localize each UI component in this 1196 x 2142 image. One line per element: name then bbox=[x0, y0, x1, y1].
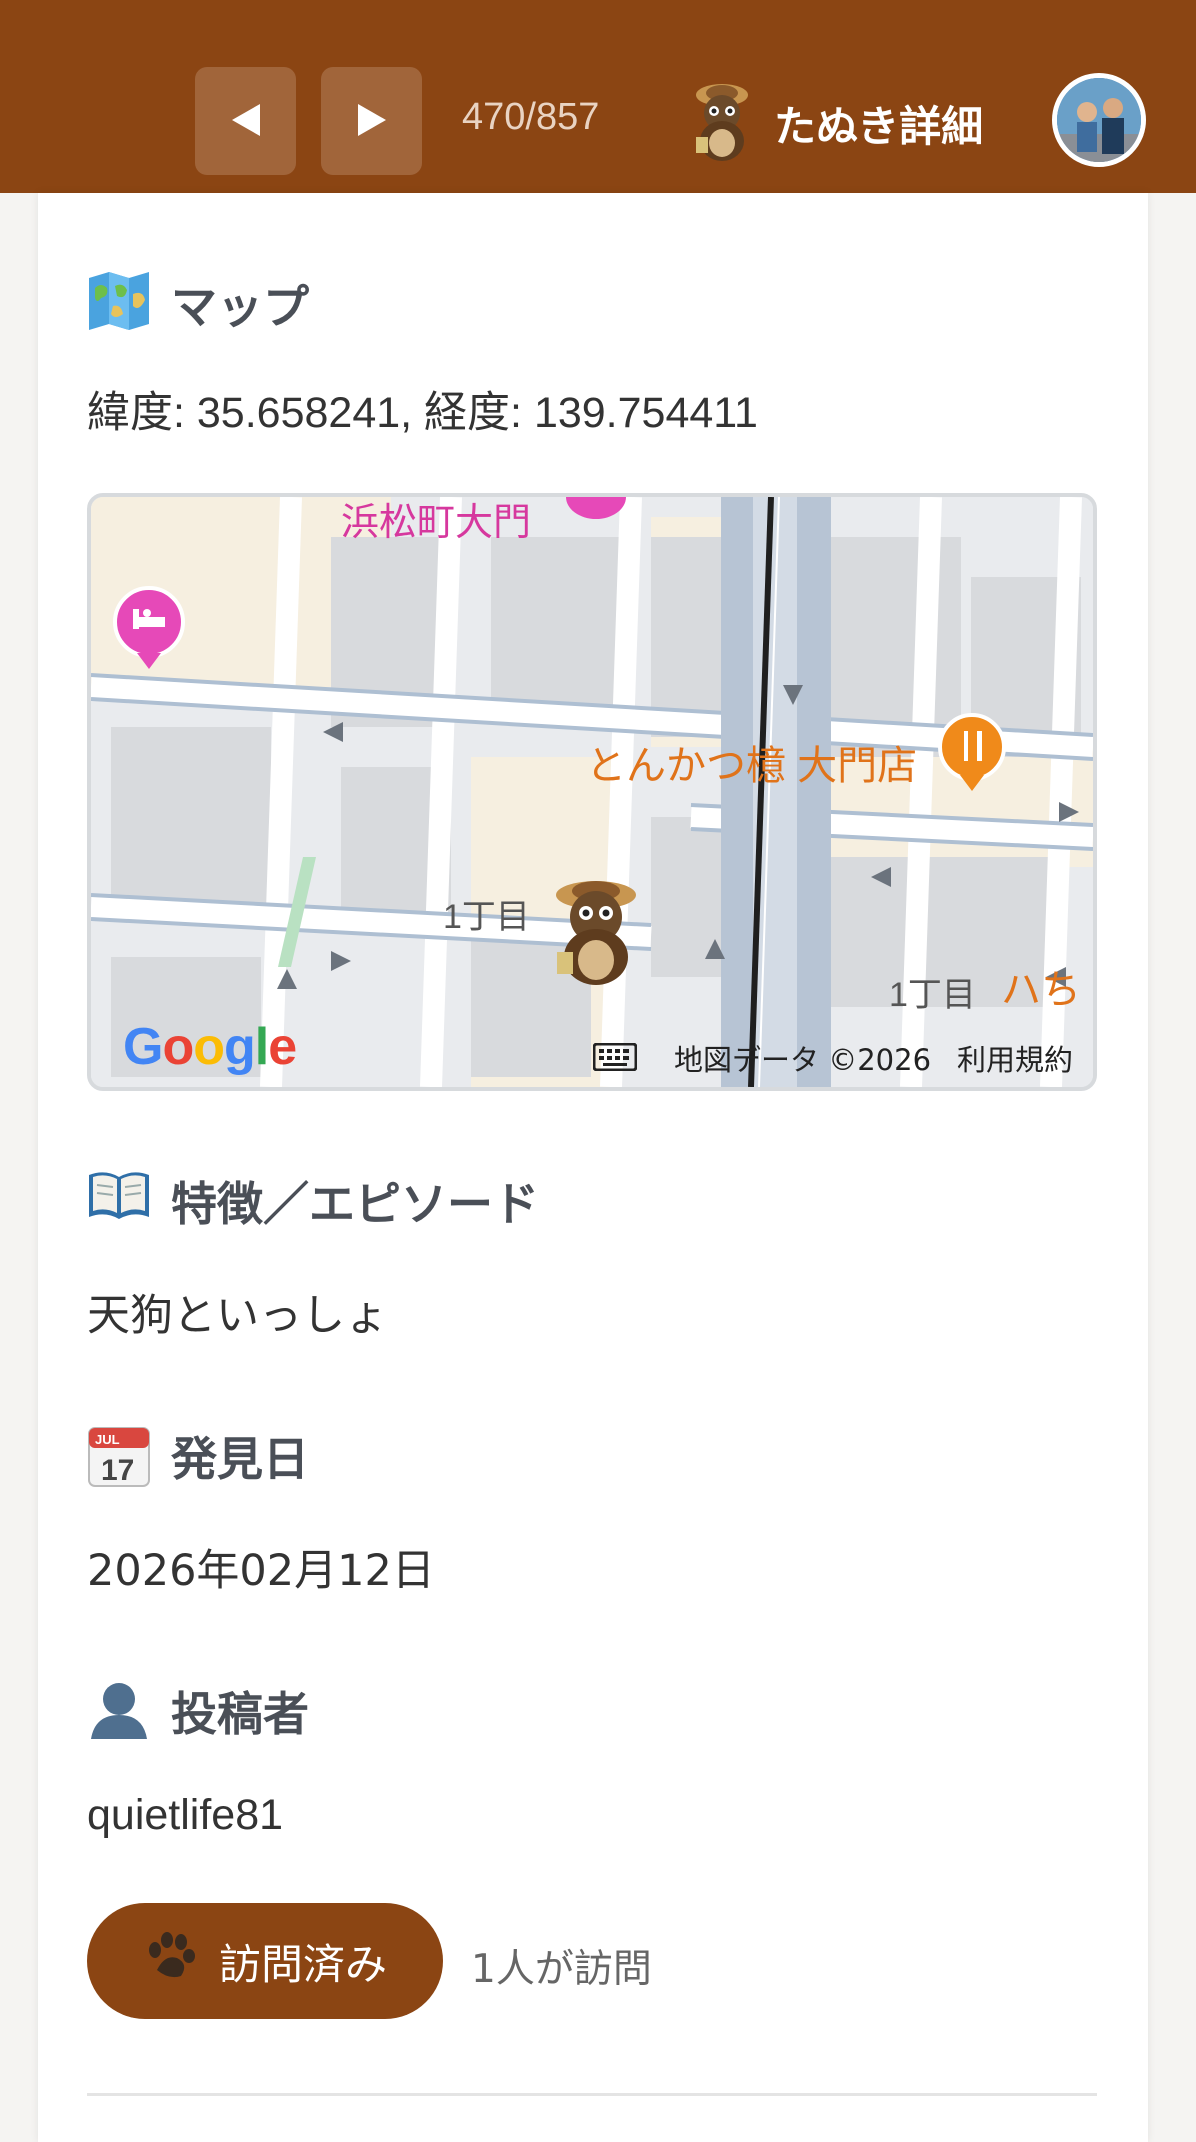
coordinates-text: 緯度: 35.658241, 経度: 139.754411 bbox=[87, 389, 758, 437]
map-label-block1: 1丁目 bbox=[443, 898, 530, 936]
map-label-partial: ハち bbox=[1001, 968, 1081, 1012]
visited-button-label: 訪問済み bbox=[218, 1939, 387, 1989]
date-text: 2026年02月12日 bbox=[87, 1546, 435, 1596]
map-label-station: 浜松町大門 bbox=[341, 502, 532, 544]
map-section-title: マップ bbox=[87, 271, 309, 337]
map-terms-link[interactable]: 利用規約 bbox=[957, 1037, 1073, 1079]
map-section-label: マップ bbox=[171, 280, 309, 334]
visited-button[interactable]: 訪問済み bbox=[87, 1903, 443, 2019]
tanuki-icon bbox=[690, 81, 754, 165]
episode-section-title: 特徴／エピソード bbox=[87, 1168, 539, 1234]
poster-name: quietlife81 bbox=[87, 1791, 284, 1839]
book-icon bbox=[87, 1169, 151, 1233]
map-icon bbox=[87, 272, 151, 336]
item-counter: 470/857 bbox=[462, 96, 600, 138]
map-label-block2: 1丁目 bbox=[889, 976, 976, 1014]
page-title-group: たぬき詳細 bbox=[690, 82, 983, 164]
svg-text:JUL: JUL bbox=[95, 1432, 120, 1447]
prev-icon bbox=[228, 102, 264, 141]
google-logo: Google bbox=[123, 1018, 297, 1076]
user-avatar[interactable] bbox=[1052, 73, 1146, 167]
visit-count: 1人が訪問 bbox=[471, 1947, 652, 1992]
user-icon bbox=[87, 1679, 151, 1743]
svg-text:17: 17 bbox=[101, 1454, 134, 1487]
poster-section-label: 投稿者 bbox=[171, 1687, 309, 1741]
page-title: たぬき詳細 bbox=[774, 101, 984, 151]
poster-section-title: 投稿者 bbox=[87, 1678, 309, 1744]
episode-text: 天狗といっしょ bbox=[87, 1291, 388, 1341]
prev-button[interactable] bbox=[195, 67, 296, 175]
date-section-title: JUL 17 発見日 bbox=[87, 1423, 309, 1489]
divider bbox=[87, 2093, 1097, 2096]
episode-section-label: 特徴／エピソード bbox=[171, 1177, 539, 1231]
calendar-icon: JUL 17 bbox=[87, 1424, 151, 1488]
app-header: 470/857 たぬき詳細 bbox=[0, 0, 1196, 898]
detail-card: マップ 緯度: 35.658241, 経度: 139.754411 浜松町大門 … bbox=[38, 193, 1148, 2142]
date-section-label: 発見日 bbox=[171, 1432, 309, 1486]
map-label-restaurant[interactable]: とんかつ檍 大門店 bbox=[586, 733, 917, 791]
next-icon bbox=[354, 102, 390, 141]
map-attribution: 地図データ ©2026 bbox=[674, 1043, 932, 1077]
paw-icon bbox=[143, 1930, 199, 1992]
next-button[interactable] bbox=[321, 67, 422, 175]
map-view[interactable]: 浜松町大門 とんかつ檍 大門店 1丁目 1丁目 ハち Google 地図データ … bbox=[87, 493, 1097, 1091]
